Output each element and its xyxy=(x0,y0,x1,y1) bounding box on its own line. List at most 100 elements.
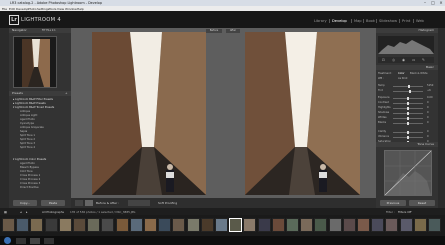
slider-value[interactable]: 0.00 xyxy=(427,96,433,99)
module-library[interactable]: Library xyxy=(314,19,327,23)
filmstrip-thumbnail[interactable] xyxy=(30,218,44,232)
menu-help[interactable]: Help xyxy=(77,7,84,11)
slider-value[interactable]: 0 xyxy=(427,116,429,119)
start-button-icon[interactable] xyxy=(4,237,11,244)
loupe-view-icon[interactable] xyxy=(75,200,83,206)
taskbar-app-icon[interactable] xyxy=(16,237,26,244)
slider-value[interactable]: 0 xyxy=(427,101,429,104)
filmstrip-thumbnail[interactable] xyxy=(342,218,356,232)
slider-knob[interactable] xyxy=(407,135,409,139)
slider-knob[interactable] xyxy=(407,121,409,125)
slider-knob[interactable] xyxy=(407,96,409,100)
filmstrip-thumbnail[interactable] xyxy=(328,218,342,232)
preset-folder[interactable]: ▸ Lightroom B&W Filter Presets xyxy=(13,98,53,101)
menu-photo[interactable]: Photo xyxy=(28,7,37,11)
before-after-toggle-icon[interactable] xyxy=(85,200,93,206)
after-photo[interactable] xyxy=(245,32,360,195)
menu-window[interactable]: Window xyxy=(65,7,77,11)
preset-item[interactable]: Bleach Bypass xyxy=(20,166,39,169)
tone-curve-header[interactable]: Tone Curve xyxy=(376,142,438,147)
slider-value[interactable]: 0 xyxy=(427,130,429,133)
module-print[interactable]: Print xyxy=(402,19,410,23)
slider-knob[interactable] xyxy=(407,130,409,134)
add-preset-icon[interactable]: + xyxy=(65,91,68,96)
previous-button[interactable]: Previous xyxy=(380,200,406,206)
slider-knob[interactable] xyxy=(407,84,410,88)
filmstrip-thumbnail[interactable] xyxy=(73,218,86,232)
slider-value[interactable]: 0 xyxy=(427,111,429,114)
preset-item[interactable]: Cross Process 2 xyxy=(20,178,40,181)
slider-knob[interactable] xyxy=(407,106,409,110)
presets-header[interactable]: Presets + xyxy=(9,91,71,96)
filmstrip-thumbnail[interactable] xyxy=(286,218,299,232)
filmstrip-thumbnail[interactable] xyxy=(385,218,399,232)
preset-item[interactable]: Split Tone 1 xyxy=(20,134,35,137)
filmstrip-thumbnail[interactable] xyxy=(16,218,30,232)
menu-develop[interactable]: Develop xyxy=(16,7,28,11)
swap-settings-buttons[interactable] xyxy=(128,200,150,206)
filmstrip-thumbnail[interactable] xyxy=(371,218,385,232)
navigator-preview[interactable] xyxy=(13,36,57,88)
adjustment-brush-icon[interactable]: ✎ xyxy=(422,58,425,62)
slider-value[interactable]: 0 xyxy=(427,121,429,124)
basic-header[interactable]: Basic xyxy=(376,65,438,70)
preset-item[interactable]: Cold Tone xyxy=(20,170,33,173)
filmstrip-thumbnail[interactable] xyxy=(357,218,370,232)
slider-value[interactable]: +6 xyxy=(427,89,431,92)
preset-item[interactable]: Cyanotype xyxy=(20,122,34,125)
tone-curve-graph[interactable] xyxy=(384,150,432,196)
preset-folder[interactable]: ▾ Lightroom B&W Toned Presets xyxy=(13,106,54,109)
navigator-header[interactable]: Navigator FIT FILL 1:1 xyxy=(9,28,71,33)
filmstrip-thumbnail[interactable] xyxy=(271,218,285,232)
module-book[interactable]: Book xyxy=(366,19,375,23)
filmstrip-thumbnail[interactable] xyxy=(399,218,413,232)
filmstrip-thumbnail[interactable] xyxy=(129,218,143,232)
filmstrip-thumbnail[interactable] xyxy=(87,218,101,232)
zoom-options[interactable]: FIT FILL 1:1 xyxy=(42,28,56,33)
filmstrip-thumbnail[interactable] xyxy=(413,218,427,232)
filmstrip-thumbnail[interactable] xyxy=(257,218,271,232)
slider-knob[interactable] xyxy=(407,101,409,105)
preset-folder[interactable]: ▾ Lightroom Color Presets xyxy=(13,158,46,161)
filter-select[interactable]: Filters Off xyxy=(398,210,411,214)
slider-value[interactable]: 0 xyxy=(427,135,429,138)
filmstrip-thumbnail[interactable] xyxy=(158,218,172,232)
preset-item[interactable]: Antique xyxy=(20,110,30,113)
slider-value[interactable]: 0 xyxy=(427,106,429,109)
red-eye-icon[interactable]: ◉ xyxy=(402,58,405,62)
graduated-filter-icon[interactable]: ▭ xyxy=(412,58,415,62)
filmstrip-thumbnail[interactable] xyxy=(101,218,115,232)
wb-select[interactable]: As Shot xyxy=(398,77,408,80)
menu-view[interactable]: View xyxy=(57,7,64,11)
grid-view-icon[interactable]: ▦ xyxy=(4,210,7,214)
preset-item[interactable]: Split Tone 3 xyxy=(20,142,35,145)
preset-item[interactable]: Antique Light xyxy=(20,114,37,117)
slider-value[interactable]: 5150 xyxy=(427,84,433,87)
preset-item[interactable]: Cross Process 1 xyxy=(20,174,40,177)
preset-item[interactable]: Split Tone 4 xyxy=(20,146,35,149)
menu-edit[interactable]: Edit xyxy=(9,7,15,11)
filmstrip-thumbnail[interactable] xyxy=(144,218,157,232)
filmstrip-thumbnail[interactable] xyxy=(200,218,214,232)
preset-item[interactable]: Direct Positive xyxy=(20,186,39,189)
preset-item[interactable]: Split Tone 2 xyxy=(20,138,35,141)
treatment-color-option[interactable]: Color xyxy=(398,72,405,75)
menu-tools[interactable]: Tools xyxy=(49,7,56,11)
slider-knob[interactable] xyxy=(408,89,411,93)
filmstrip-thumbnail[interactable] xyxy=(172,218,186,232)
filmstrip-thumbnail[interactable] xyxy=(58,218,72,232)
slider-knob[interactable] xyxy=(407,116,409,120)
filmstrip-thumbnail[interactable] xyxy=(243,218,257,232)
filmstrip-thumbnail[interactable] xyxy=(2,218,15,232)
filmstrip-thumbnail[interactable] xyxy=(44,218,58,232)
filmstrip-thumbnail[interactable] xyxy=(428,218,441,232)
before-photo[interactable] xyxy=(92,32,206,195)
filmstrip-thumbnail[interactable] xyxy=(229,218,243,232)
preset-item[interactable]: Aged Photo xyxy=(20,162,35,165)
slider-knob[interactable] xyxy=(407,111,409,115)
filmstrip-thumbnail[interactable] xyxy=(314,218,328,232)
menu-settings[interactable]: Settings xyxy=(37,7,49,11)
spot-removal-icon[interactable]: ◎ xyxy=(392,58,395,62)
filmstrip-thumbnail[interactable] xyxy=(186,218,200,232)
view-mode-label[interactable]: Before & After : xyxy=(96,201,119,205)
